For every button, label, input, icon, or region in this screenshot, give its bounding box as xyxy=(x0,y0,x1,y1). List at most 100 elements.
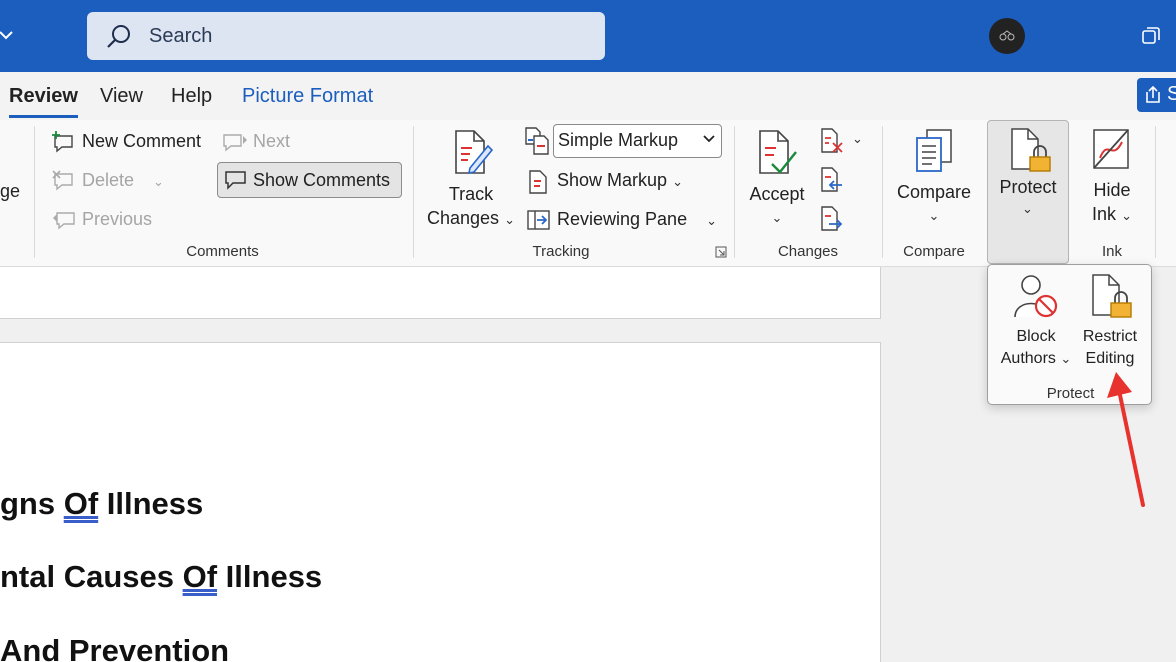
share-label: S xyxy=(1167,83,1176,105)
tab-help[interactable]: Help xyxy=(171,85,212,108)
compare-group-label: Compare xyxy=(903,243,965,260)
tab-picture-format[interactable]: Picture Format xyxy=(242,85,373,108)
accept-label: Accept xyxy=(749,184,805,204)
document-heading: ntal Causes Of Illness xyxy=(0,559,322,595)
show-markup-button[interactable]: Show Markup ⌄ xyxy=(528,170,683,194)
restrict-editing-button[interactable]: Restrict Editing xyxy=(1078,273,1142,370)
block-authors-label-1: Block xyxy=(1016,328,1056,345)
ink-group-label: Ink xyxy=(1101,243,1122,260)
changes-group-label: Changes xyxy=(777,243,839,260)
group-separator xyxy=(34,126,35,258)
reviewing-pane-button[interactable]: Reviewing Pane ⌄ xyxy=(527,209,717,233)
avatar-glyph xyxy=(999,30,1015,41)
compare-button[interactable]: Compare ⌄ xyxy=(893,128,975,228)
previous-comment-icon xyxy=(53,212,75,230)
hide-ink-icon xyxy=(1093,129,1129,169)
chevron-down-icon[interactable]: ⌄ xyxy=(504,212,515,227)
heading-underlined-word: Of xyxy=(182,559,218,594)
next-comment-icon xyxy=(223,134,247,152)
group-separator xyxy=(734,126,735,258)
share-icon xyxy=(1146,86,1160,103)
search-placeholder: Search xyxy=(149,25,213,47)
chevron-down-icon: ⌄ xyxy=(1121,208,1132,223)
markup-view-select[interactable]: Simple Markup xyxy=(553,124,722,158)
next-comment-label: Next xyxy=(253,131,291,151)
hide-ink-label-2: Ink xyxy=(1092,204,1117,224)
show-markup-icon xyxy=(529,170,547,194)
protect-lock-icon xyxy=(1011,128,1051,172)
previous-change-icon[interactable] xyxy=(820,167,844,193)
protect-dropdown: Block Authors ⌄ Restrict Editing Protect xyxy=(987,264,1152,405)
compare-label: Compare xyxy=(896,182,972,202)
previous-comment-label: Previous xyxy=(82,209,153,229)
new-comment-button[interactable]: New Comment xyxy=(52,131,201,155)
chevron-down-icon: ⌄ xyxy=(1060,351,1072,366)
heading-text: gns xyxy=(0,486,64,521)
document-heading: And Prevention xyxy=(0,633,229,662)
avatar[interactable] xyxy=(989,18,1025,54)
new-comment-icon xyxy=(52,131,73,153)
tracking-group-label: Tracking xyxy=(532,243,590,260)
protect-group-label: Protect xyxy=(1046,385,1095,402)
next-change-icon[interactable] xyxy=(820,206,844,232)
chevron-down-icon[interactable] xyxy=(0,22,16,46)
block-authors-button[interactable]: Block Authors ⌄ xyxy=(998,273,1074,370)
track-changes-button[interactable]: Track Changes ⌄ xyxy=(425,128,517,232)
tab-view[interactable]: View xyxy=(100,85,143,108)
document-page-previous xyxy=(0,267,881,319)
restrict-editing-label-2: Editing xyxy=(1085,350,1135,367)
share-button[interactable]: S xyxy=(1137,78,1176,112)
previous-comment-button[interactable]: Previous xyxy=(52,209,152,233)
block-authors-label-2: Authors xyxy=(1000,350,1056,367)
title-bar: Search xyxy=(0,0,1176,72)
chevron-down-icon[interactable]: ⌄ xyxy=(706,213,717,228)
reviewing-pane-label: Reviewing Pane xyxy=(557,209,688,229)
chevron-down-icon[interactable]: ⌄ xyxy=(744,206,810,230)
comments-group-label: Comments xyxy=(186,243,259,260)
group-separator xyxy=(1155,126,1156,258)
reviewing-pane-icon xyxy=(527,210,550,230)
chevron-down-icon: ⌄ xyxy=(1022,201,1033,216)
restore-window-icon[interactable] xyxy=(1142,27,1160,45)
protect-button[interactable]: Protect ⌄ xyxy=(987,120,1069,264)
group-separator xyxy=(882,126,883,258)
track-changes-icon xyxy=(455,130,494,175)
markup-view-value: Simple Markup xyxy=(558,130,679,150)
show-comments-button[interactable]: Show Comments xyxy=(217,162,402,198)
document-page[interactable]: gns Of Illness ntal Causes Of Illness An… xyxy=(0,342,881,662)
chevron-down-icon: ⌄ xyxy=(672,174,683,189)
group-separator xyxy=(413,126,414,258)
delete-comment-label: Delete xyxy=(82,170,135,190)
partial-left-command[interactable]: ge xyxy=(0,181,20,202)
dialog-launcher-icon[interactable] xyxy=(715,246,727,258)
comment-icon xyxy=(225,171,246,190)
accept-button[interactable]: Accept ⌄ xyxy=(744,128,810,230)
next-comment-button[interactable]: Next xyxy=(222,131,290,155)
show-comments-label: Show Comments xyxy=(253,170,391,190)
chevron-down-icon[interactable]: ⌄ xyxy=(852,131,863,147)
heading-underlined-word: Of xyxy=(63,486,99,521)
chevron-down-icon xyxy=(703,135,715,143)
protect-label: Protect xyxy=(999,177,1057,197)
accept-icon xyxy=(759,130,797,174)
chevron-down-icon[interactable]: ⌄ xyxy=(153,174,164,189)
heading-text: Illness xyxy=(98,486,204,521)
search-box[interactable]: Search xyxy=(87,12,605,60)
reject-change-icon[interactable] xyxy=(820,128,844,154)
tab-review[interactable]: Review xyxy=(9,85,78,118)
restrict-editing-label-1: Restrict xyxy=(1082,328,1138,345)
heading-text: ntal Causes xyxy=(0,559,183,594)
track-changes-label-1: Track xyxy=(448,184,494,204)
delete-comment-button[interactable]: Delete ⌄ xyxy=(52,170,164,194)
search-icon xyxy=(107,25,130,48)
new-comment-label: New Comment xyxy=(82,131,202,151)
show-markup-label: Show Markup xyxy=(557,170,668,190)
block-authors-icon xyxy=(1014,275,1058,318)
track-changes-label-2: Changes xyxy=(427,208,500,228)
chevron-down-icon[interactable]: ⌄ xyxy=(893,204,975,228)
hide-ink-button[interactable]: Hide Ink ⌄ xyxy=(1082,128,1142,228)
ribbon-tab-bar: Review View Help Picture Format xyxy=(0,72,1176,120)
compare-icon xyxy=(916,129,952,172)
heading-text: And Prevention xyxy=(0,633,230,662)
display-for-review-icon xyxy=(525,127,549,155)
